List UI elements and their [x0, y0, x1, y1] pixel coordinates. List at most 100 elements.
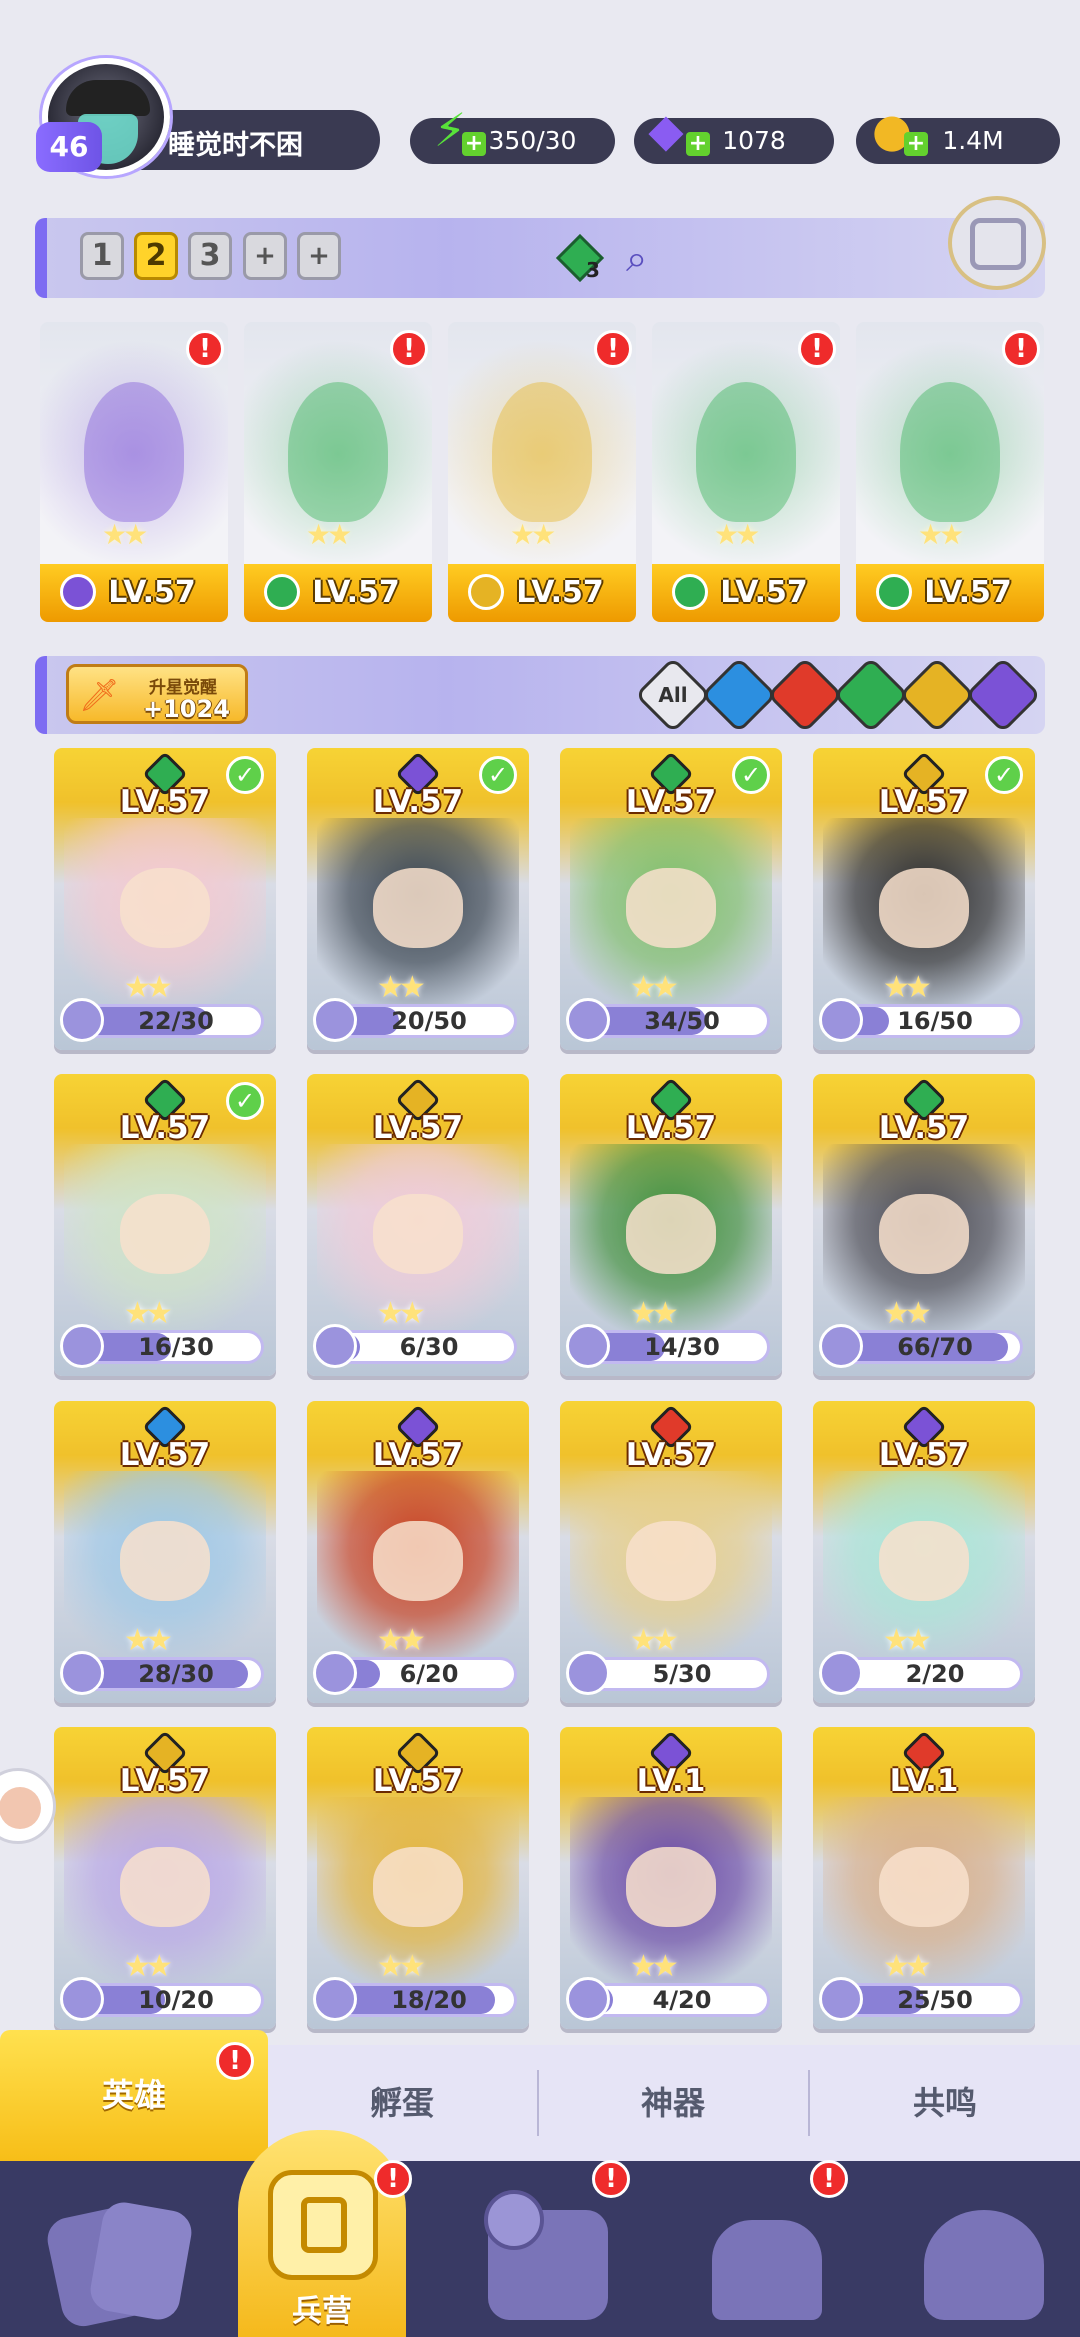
hero-stars: ★★: [377, 970, 426, 1005]
fragment-icon: [313, 1977, 357, 2021]
tab-artifact[interactable]: 神器: [538, 2045, 808, 2161]
team-slot[interactable]: ★★ LV.57!: [652, 322, 840, 622]
team-slot-alert-badge: !: [390, 330, 428, 368]
hero-stars: ★★: [124, 1949, 173, 1984]
hero-card[interactable]: ★★ LV.1 4/20: [560, 1727, 782, 2029]
hero-stars: ★★: [630, 1949, 679, 1984]
avatar-hat: [66, 80, 150, 116]
slot-stars: ★★: [510, 518, 556, 551]
heroes-alert-badge: !: [216, 2042, 254, 2080]
hero-stars: ★★: [377, 1949, 426, 1984]
hero-card[interactable]: ★★ LV.57 10/20: [54, 1727, 276, 2029]
hero-stars: ★★: [124, 970, 173, 1005]
team-gem-count: 3: [586, 258, 600, 282]
team-slot[interactable]: ★★ LV.57!: [40, 322, 228, 622]
team-tab-2[interactable]: 2: [134, 232, 178, 280]
mushroom-house-icon: [924, 2210, 1044, 2320]
hero-stars: ★★: [883, 1623, 932, 1658]
team-tab-1[interactable]: 1: [80, 232, 124, 280]
in-team-check-icon: ✓: [479, 756, 517, 794]
gold-plus-icon[interactable]: +: [904, 132, 928, 156]
slot-stars: ★★: [102, 518, 148, 551]
team-bar: [35, 218, 1045, 298]
hero-level: LV.57: [625, 1110, 717, 1146]
hero-card[interactable]: ★★ LV.57 66/70: [813, 1074, 1035, 1376]
hero-card[interactable]: ★★ LV.57 ✓ 22/30: [54, 748, 276, 1050]
slot-stars: ★★: [306, 518, 352, 551]
awaken-button[interactable]: 🗡 升星觉醒 +1024: [66, 664, 248, 724]
hero-card[interactable]: ★★ LV.57 ✓ 34/50: [560, 748, 782, 1050]
team-tab-3[interactable]: 3: [188, 232, 232, 280]
castle-alert-badge: !: [810, 2160, 848, 2198]
map-alert-badge: !: [592, 2160, 630, 2198]
team-slot[interactable]: ★★ LV.57!: [856, 322, 1044, 622]
fragment-icon: [566, 998, 610, 1042]
hero-card[interactable]: ★★ LV.57 5/30: [560, 1401, 782, 1703]
element-icon: [672, 574, 708, 610]
hero-level: LV.57: [119, 1437, 211, 1473]
hero-stars: ★★: [377, 1296, 426, 1331]
fragment-icon: [313, 998, 357, 1042]
nav-castle[interactable]: [700, 2180, 860, 2330]
fragment-icon: [819, 1651, 863, 1695]
hero-face: [879, 1521, 969, 1601]
nav-barracks-label: 兵营: [292, 2294, 352, 2329]
team-slot[interactable]: ★★ LV.57!: [244, 322, 432, 622]
team-slot[interactable]: ★★ LV.57!: [448, 322, 636, 622]
hero-face: [373, 1521, 463, 1601]
energy-plus-icon[interactable]: +: [462, 132, 486, 156]
share-button[interactable]: [948, 196, 1046, 290]
fragment-icon: [60, 1324, 104, 1368]
barracks-icon: [268, 2170, 378, 2280]
team-tab-add-2[interactable]: +: [297, 232, 341, 280]
hero-level: LV.57: [372, 1763, 464, 1799]
hero-card[interactable]: ★★ LV.57 2/20: [813, 1401, 1035, 1703]
hero-card[interactable]: ★★ LV.57 ✓ 16/50: [813, 748, 1035, 1050]
hero-card[interactable]: ★★ LV.1 25/50: [813, 1727, 1035, 2029]
team-tab-add-1[interactable]: +: [243, 232, 287, 280]
fragment-icon: [566, 1977, 610, 2021]
nav-cards[interactable]: [40, 2180, 200, 2331]
nav-guild[interactable]: [910, 2180, 1070, 2330]
gems-plus-icon[interactable]: +: [686, 132, 710, 156]
slot-stars: ★★: [918, 518, 964, 551]
hero-card[interactable]: ★★ LV.57 ✓ 16/30: [54, 1074, 276, 1376]
fragment-icon: [566, 1651, 610, 1695]
hero-level: LV.57: [878, 1110, 970, 1146]
player-name: 睡觉时不困: [168, 130, 303, 161]
hero-level: LV.57: [119, 1763, 211, 1799]
hero-face: [879, 1194, 969, 1274]
hero-stars: ★★: [883, 970, 932, 1005]
hero-level: LV.57: [625, 1437, 717, 1473]
hero-card[interactable]: ★★ LV.57 6/30: [307, 1074, 529, 1376]
element-icon: [468, 574, 504, 610]
fragment-icon: [60, 1651, 104, 1695]
fragment-icon: [60, 998, 104, 1042]
element-icon: [876, 574, 912, 610]
hero-card[interactable]: ★★ LV.57 ✓ 20/50: [307, 748, 529, 1050]
hero-stars: ★★: [124, 1623, 173, 1658]
tab-resonance[interactable]: 共鸣: [810, 2045, 1080, 2161]
sword-icon: 🗡: [79, 676, 120, 714]
hero-card[interactable]: ★★ LV.57 6/20: [307, 1401, 529, 1703]
floating-helper-avatar[interactable]: [0, 1768, 56, 1844]
hero-face: [120, 868, 210, 948]
hero-card[interactable]: ★★ LV.57 18/20: [307, 1727, 529, 2029]
in-team-check-icon: ✓: [732, 756, 770, 794]
hero-face: [120, 1194, 210, 1274]
hero-figure: [696, 382, 796, 522]
barracks-icon-inner: [301, 2197, 347, 2253]
search-icon[interactable]: ⌕: [626, 236, 670, 280]
share-icon: [970, 218, 1026, 270]
helper-face: [0, 1787, 41, 1829]
filter-label: All: [658, 683, 688, 707]
hero-stars: ★★: [883, 1296, 932, 1331]
fragment-icon: [819, 998, 863, 1042]
hero-card[interactable]: ★★ LV.57 14/30: [560, 1074, 782, 1376]
hero-face: [373, 868, 463, 948]
hero-face: [626, 1847, 716, 1927]
team-slot-alert-badge: !: [798, 330, 836, 368]
hero-figure: [492, 382, 592, 522]
nav-map[interactable]: [478, 2180, 638, 2330]
hero-card[interactable]: ★★ LV.57 28/30: [54, 1401, 276, 1703]
